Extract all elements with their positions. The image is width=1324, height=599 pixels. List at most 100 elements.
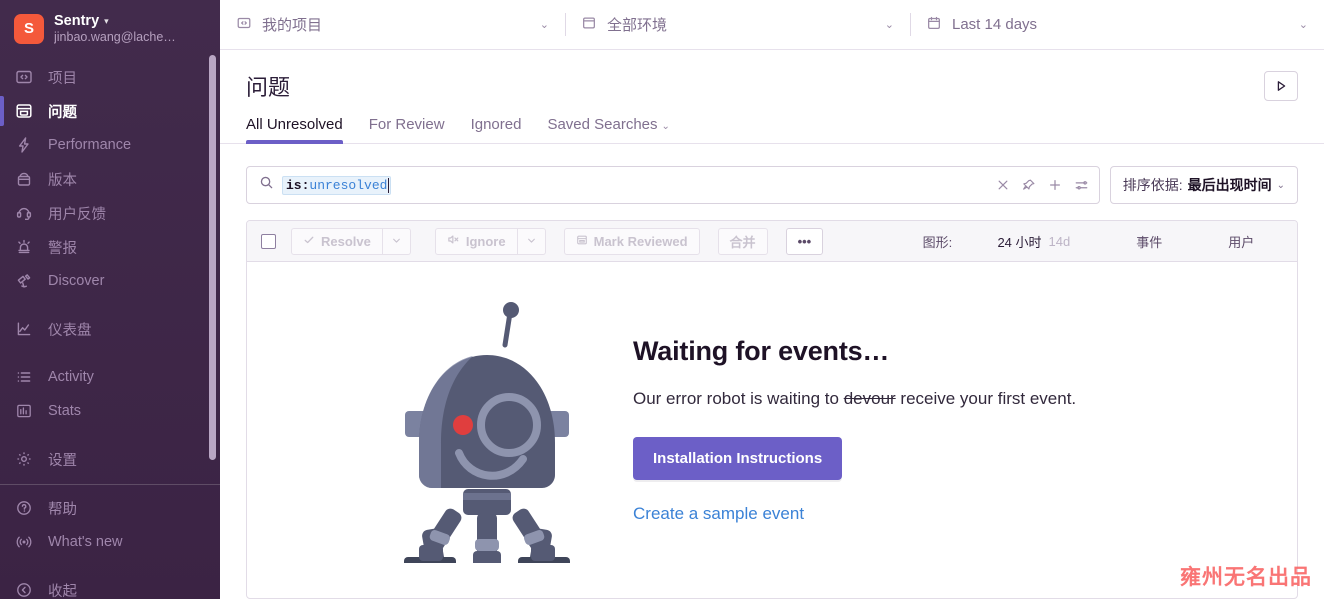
- ignore-dropdown-button[interactable]: [517, 227, 546, 255]
- sidebar-item-settings[interactable]: 设置: [0, 442, 220, 476]
- close-icon[interactable]: [996, 178, 1010, 192]
- sidebar-item-help[interactable]: 帮助: [0, 491, 220, 525]
- tab-saved-searches[interactable]: Saved Searches ⌄: [547, 116, 669, 143]
- resolve-dropdown-button[interactable]: [382, 227, 411, 255]
- environment-selector[interactable]: 全部环境 ⌄: [565, 0, 910, 49]
- tab-label: For Review: [368, 116, 445, 133]
- empty-body-strikethrough: devour: [843, 388, 896, 408]
- main-area: 我的项目 ⌄ 全部环境 ⌄ Last 14 days ⌄ 问题 All Unre…: [220, 0, 1324, 599]
- org-name-row: Sentry ▾: [54, 13, 176, 30]
- question-icon: [14, 498, 34, 518]
- sidebar-item-label: 设置: [48, 452, 77, 469]
- graph-period-toggle[interactable]: 24 小时 14d: [952, 232, 1070, 251]
- org-name: Sentry: [54, 13, 100, 29]
- sidebar-item-whats-new[interactable]: What's new: [0, 525, 220, 559]
- merge-button[interactable]: 合并: [717, 227, 768, 255]
- chevron-down-icon: ▾: [104, 16, 109, 27]
- users-column-header[interactable]: 用户: [1162, 232, 1254, 251]
- tab-all-unresolved[interactable]: All Unresolved: [246, 116, 343, 144]
- lightning-icon: [14, 135, 34, 155]
- installation-instructions-button[interactable]: Installation Instructions: [633, 437, 843, 481]
- empty-body-after: receive your first event.: [895, 388, 1077, 408]
- mute-icon: [447, 233, 460, 249]
- sort-by-button[interactable]: 排序依据: 最后出现时间 ⌄: [1109, 166, 1298, 204]
- tab-ignored[interactable]: Ignored: [471, 116, 522, 143]
- issues-panel: Resolve Ignore Mark Reviewed 合并 ••• 图形: …: [246, 220, 1298, 599]
- global-header: 我的项目 ⌄ 全部环境 ⌄ Last 14 days ⌄: [220, 0, 1324, 50]
- chevron-down-icon: [391, 234, 402, 249]
- search-token[interactable]: is: unresolved: [282, 175, 392, 195]
- calendar-icon: [926, 15, 942, 35]
- chevron-down-icon: [526, 234, 537, 249]
- search-row: is: unresolved 排序依据: 最后出现时间 ⌄: [220, 144, 1324, 204]
- sidebar-item-label: 问题: [48, 104, 77, 121]
- sidebar-item-stats[interactable]: Stats: [0, 394, 220, 428]
- chevron-down-icon: ⌄: [1276, 179, 1285, 191]
- sidebar-item-label: 项目: [48, 70, 77, 87]
- pin-icon[interactable]: [1022, 178, 1036, 192]
- siren-icon: [14, 237, 34, 257]
- user-email: jinbao.wang@lache…: [54, 29, 176, 44]
- sidebar-item-activity[interactable]: Activity: [0, 360, 220, 394]
- org-switcher[interactable]: S Sentry ▾ jinbao.wang@lache…: [0, 0, 220, 54]
- sidebar-item-label: What's new: [48, 534, 123, 551]
- issues-icon: [14, 101, 34, 121]
- sidebar-item-label: 帮助: [48, 501, 77, 518]
- sidebar-item-alerts[interactable]: 警报: [0, 230, 220, 264]
- collapse-icon: [14, 580, 34, 599]
- plus-icon[interactable]: [1048, 178, 1062, 192]
- sidebar-item-collapse[interactable]: 收起: [0, 573, 220, 599]
- merge-label: 合并: [729, 234, 756, 250]
- check-icon: [303, 234, 315, 249]
- tab-label: Ignored: [470, 116, 522, 133]
- sidebar-item-issues[interactable]: 问题: [0, 94, 220, 128]
- search-icon: [259, 175, 274, 195]
- graph-period-14d[interactable]: 14d: [1049, 234, 1071, 249]
- create-sample-event-link[interactable]: Create a sample event: [633, 504, 1076, 524]
- ignore-label: Ignore: [465, 233, 506, 249]
- date-range-selector[interactable]: Last 14 days ⌄: [910, 0, 1324, 49]
- tab-label: All Unresolved: [246, 116, 343, 133]
- sidebar-item-projects[interactable]: 项目: [0, 60, 220, 94]
- sidebar-item-discover[interactable]: Discover: [0, 264, 220, 298]
- stats-icon: [14, 401, 34, 421]
- search-token-value: unresolved: [309, 177, 388, 193]
- resolve-button[interactable]: Resolve: [291, 227, 383, 255]
- sidebar-scrollbar[interactable]: [209, 55, 216, 460]
- play-button[interactable]: [1264, 71, 1298, 101]
- nav-spacer-3: [0, 428, 220, 442]
- tab-for-review[interactable]: For Review: [369, 116, 445, 143]
- sidebar-divider: [0, 484, 220, 486]
- tabs: All Unresolved For Review Ignored Saved …: [220, 116, 1324, 144]
- sidebar-item-dashboards[interactable]: 仪表盘: [0, 312, 220, 346]
- resolve-label: Resolve: [321, 233, 371, 249]
- sidebar-item-releases[interactable]: 版本: [0, 162, 220, 196]
- ignore-button[interactable]: Ignore: [434, 227, 518, 255]
- project-selector[interactable]: 我的项目 ⌄: [220, 0, 565, 49]
- sort-by-label: 排序依据:: [1122, 177, 1183, 193]
- search-actions: [996, 178, 1089, 193]
- sidebar-item-label: Discover: [48, 273, 105, 290]
- graph-label: 图形:: [922, 234, 953, 250]
- chevron-down-icon: ⌄: [661, 121, 670, 132]
- more-actions-button[interactable]: •••: [785, 227, 824, 255]
- mark-reviewed-button[interactable]: Mark Reviewed: [563, 227, 700, 255]
- chevron-down-icon: ⌄: [539, 19, 549, 31]
- events-column-header[interactable]: 事件: [1070, 232, 1162, 251]
- search-input[interactable]: is: unresolved: [246, 166, 1100, 204]
- users-label: 用户: [1228, 234, 1255, 250]
- sidebar-item-label: Stats: [48, 403, 82, 420]
- app-root: S Sentry ▾ jinbao.wang@lache… 项目 问题 Perf…: [0, 0, 1324, 599]
- sidebar-item-user-feedback[interactable]: 用户反馈: [0, 196, 220, 230]
- sidebar-item-performance[interactable]: Performance: [0, 128, 220, 162]
- sliders-icon[interactable]: [1074, 178, 1089, 193]
- list-icon: [14, 367, 34, 387]
- select-all-checkbox[interactable]: [261, 233, 276, 249]
- assignee-column-header: 分配人: [1254, 232, 1297, 251]
- sidebar-item-label: 用户反馈: [48, 206, 106, 223]
- graph-period-24h[interactable]: 24 小时: [997, 232, 1041, 251]
- watermark: 雍州无名出品: [1180, 566, 1312, 589]
- sidebar-item-label: 警报: [48, 240, 77, 257]
- empty-body-before: Our error robot is waiting to: [633, 388, 844, 408]
